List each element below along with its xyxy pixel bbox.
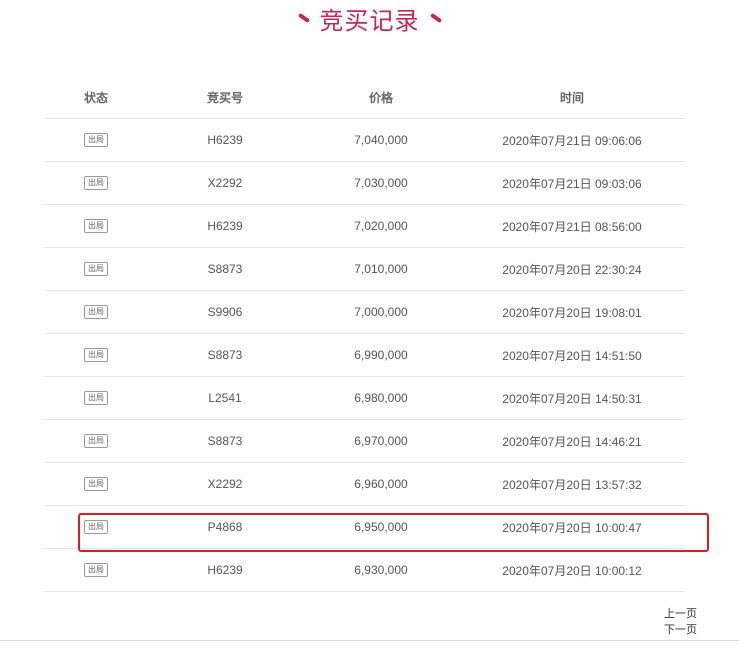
time-cell: 2020年07月20日 19:08:01 xyxy=(502,305,642,320)
bid-record-page: 竞买记录 状态 竞买号 价格 时间 出局 H6239 7,040,000 2020年0… xyxy=(0,0,739,653)
table-row: 出局 S8873 6,970,000 2020年07月20日 14:46:21 xyxy=(45,420,685,463)
status-cell: 出局 xyxy=(45,133,147,148)
status-badge: 出局 xyxy=(84,477,108,492)
price-cell: 6,970,000 xyxy=(354,434,408,448)
price-cell: 7,000,000 xyxy=(354,305,408,319)
bid-number-cell: X2292 xyxy=(207,176,243,190)
price-cell: 6,950,000 xyxy=(354,520,408,534)
time-cell: 2020年07月20日 10:00:47 xyxy=(502,520,642,535)
header-price: 价格 xyxy=(368,90,393,105)
title-decoration-left xyxy=(297,12,310,24)
bid-number-cell: S8873 xyxy=(207,262,243,276)
page-title: 竞买记录 xyxy=(319,6,420,35)
time-cell: 2020年07月21日 09:03:06 xyxy=(502,176,642,191)
status-cell: 出局 xyxy=(45,348,147,363)
header-time: 时间 xyxy=(559,90,584,105)
price-cell: 6,980,000 xyxy=(354,391,408,405)
table-row: 出局 H6239 7,040,000 2020年07月21日 09:06:06 xyxy=(45,119,685,162)
title-decoration-right xyxy=(429,12,442,24)
price-cell: 7,030,000 xyxy=(354,176,408,190)
bid-number-cell: P4868 xyxy=(207,520,243,534)
status-cell: 出局 xyxy=(45,262,147,277)
price-cell: 7,040,000 xyxy=(354,133,408,147)
bid-number-cell: H6239 xyxy=(207,563,243,577)
time-cell: 2020年07月20日 13:57:32 xyxy=(502,477,642,492)
time-cell: 2020年07月20日 14:51:50 xyxy=(502,348,642,363)
table-row: 出局 S9906 7,000,000 2020年07月20日 19:08:01 xyxy=(45,291,685,334)
bid-number-cell: H6239 xyxy=(207,219,243,233)
table-row: 出局 L2541 6,980,000 2020年07月20日 14:50:31 xyxy=(45,377,685,420)
bid-number-cell: X2292 xyxy=(207,477,243,491)
status-badge: 出局 xyxy=(84,563,108,578)
bottom-divider xyxy=(0,640,739,641)
time-cell: 2020年07月21日 09:06:06 xyxy=(502,133,642,148)
status-badge: 出局 xyxy=(84,176,108,191)
table-row: 出局 H6239 6,930,000 2020年07月20日 10:00:12 xyxy=(45,549,685,592)
time-cell: 2020年07月20日 14:46:21 xyxy=(502,434,642,449)
status-badge: 出局 xyxy=(84,305,108,320)
time-cell: 2020年07月20日 10:00:12 xyxy=(502,563,642,578)
table-row: 出局 X2292 6,960,000 2020年07月20日 13:57:32 xyxy=(45,463,685,506)
bid-table: 状态 竞买号 价格 时间 出局 H6239 7,040,000 2020年07月21日… xyxy=(45,76,685,592)
header-status: 状态 xyxy=(83,90,108,105)
table-header: 状态 竞买号 价格 时间 xyxy=(45,76,685,119)
price-cell: 6,990,000 xyxy=(354,348,408,362)
price-cell: 7,010,000 xyxy=(354,262,408,276)
status-cell: 出局 xyxy=(45,176,147,191)
status-badge: 出局 xyxy=(84,219,108,234)
status-cell: 出局 xyxy=(45,391,147,406)
status-cell: 出局 xyxy=(45,434,147,449)
table-row: 出局 S8873 6,990,000 2020年07月20日 14:51:50 xyxy=(45,334,685,377)
time-cell: 2020年07月20日 22:30:24 xyxy=(502,262,642,277)
status-cell: 出局 xyxy=(45,219,147,234)
status-badge: 出局 xyxy=(84,262,108,277)
price-cell: 7,020,000 xyxy=(354,219,408,233)
bid-number-cell: S9906 xyxy=(207,305,243,319)
next-page-link[interactable]: 下一页 xyxy=(664,622,697,638)
table-row: 出局 H6239 7,020,000 2020年07月21日 08:56:00 xyxy=(45,205,685,248)
bid-number-cell: S8873 xyxy=(207,348,243,362)
table-body: 出局 H6239 7,040,000 2020年07月21日 09:06:06 出局 X2… xyxy=(45,119,685,592)
table-row: 出局 X2292 7,030,000 2020年07月21日 09:03:06 xyxy=(45,162,685,205)
prev-page-link[interactable]: 上一页 xyxy=(664,606,697,622)
status-cell: 出局 xyxy=(45,520,147,535)
time-cell: 2020年07月21日 08:56:00 xyxy=(502,219,642,234)
status-cell: 出局 xyxy=(45,477,147,492)
table-row: 出局 P4868 6,950,000 2020年07月20日 10:00:47 xyxy=(45,506,685,549)
bid-number-cell: L2541 xyxy=(208,391,242,405)
price-cell: 6,930,000 xyxy=(354,563,408,577)
status-badge: 出局 xyxy=(84,133,108,148)
status-badge: 出局 xyxy=(84,391,108,406)
table-row: 出局 S8873 7,010,000 2020年07月20日 22:30:24 xyxy=(45,248,685,291)
status-badge: 出局 xyxy=(84,348,108,363)
status-badge: 出局 xyxy=(84,520,108,535)
status-cell: 出局 xyxy=(45,305,147,320)
pagination: 上一页 下一页 xyxy=(664,606,697,638)
price-cell: 6,960,000 xyxy=(354,477,408,491)
header-bid-number: 竞买号 xyxy=(206,90,243,105)
time-cell: 2020年07月20日 14:50:31 xyxy=(502,391,642,406)
title-bar: 竞买记录 xyxy=(0,0,739,36)
status-badge: 出局 xyxy=(84,434,108,449)
status-cell: 出局 xyxy=(45,563,147,578)
bid-number-cell: H6239 xyxy=(207,133,243,147)
bid-number-cell: S8873 xyxy=(207,434,243,448)
